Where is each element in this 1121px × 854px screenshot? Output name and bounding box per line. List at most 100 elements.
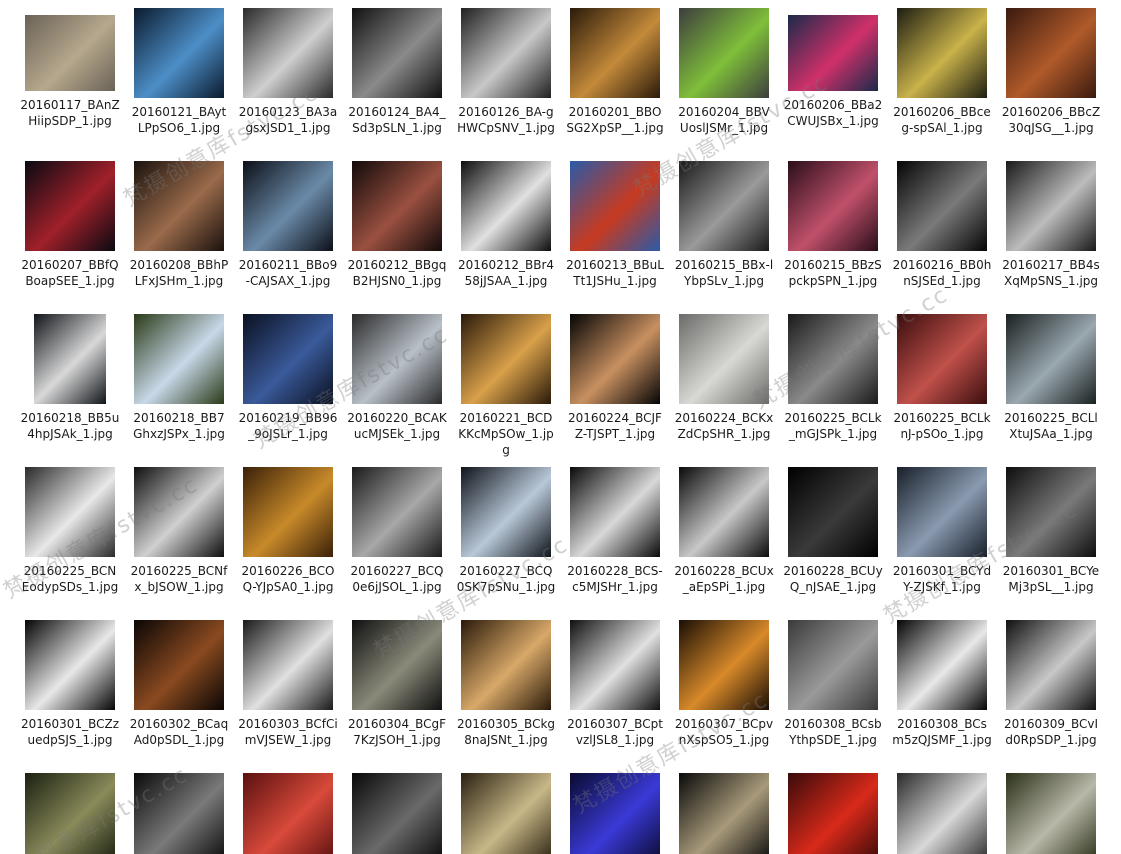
file-item[interactable]: 20160224_BCKxZdCpSHR_1.jpg	[672, 314, 776, 442]
file-thumbnail[interactable]	[134, 467, 224, 557]
file-thumbnail[interactable]	[25, 620, 115, 710]
file-thumbnail[interactable]	[788, 314, 878, 404]
file-thumbnail[interactable]	[243, 161, 333, 251]
file-thumbnail[interactable]	[25, 15, 115, 91]
file-item[interactable]: 20160216_BB0hnSJSEd_1.jpg	[890, 161, 994, 289]
file-thumbnail[interactable]	[461, 161, 551, 251]
file-item[interactable]: 20160215_BBzSpckpSPN_1.jpg	[781, 161, 885, 289]
file-thumbnail[interactable]	[352, 161, 442, 251]
file-item[interactable]: 20160303_BCfCimVJSEW_1.jpg	[236, 620, 340, 748]
file-item[interactable]: 20160221_BCDKKcMpSOw_1.jpg	[454, 314, 558, 458]
file-item[interactable]: 20160206_BBceg-spSAl_1.jpg	[890, 8, 994, 136]
file-thumbnail[interactable]	[352, 314, 442, 404]
file-thumbnail[interactable]	[461, 773, 551, 854]
file-item[interactable]: 20160208_BBhPLFxJSHm_1.jpg	[127, 161, 231, 289]
file-item[interactable]: 20160217_BB4sXqMpSNS_1.jpg	[999, 161, 1103, 289]
file-thumbnail[interactable]	[1006, 773, 1096, 854]
file-item[interactable]: 20160308_BCsbYthpSDE_1.jpg	[781, 620, 885, 748]
file-thumbnail[interactable]	[679, 8, 769, 98]
file-thumbnail[interactable]	[897, 467, 987, 557]
file-thumbnail[interactable]	[25, 773, 115, 854]
file-item[interactable]	[236, 773, 340, 854]
file-item[interactable]: 20160302_BCaqAd0pSDL_1.jpg	[127, 620, 231, 748]
file-item[interactable]: 20160225_BCNfx_bJSOW_1.jpg	[127, 467, 231, 595]
file-thumbnail[interactable]	[570, 8, 660, 98]
file-thumbnail[interactable]	[679, 161, 769, 251]
file-item[interactable]: 20160301_BCZzuedpSJS_1.jpg	[18, 620, 122, 748]
file-item[interactable]: 20160228_BCUyQ_nJSAE_1.jpg	[781, 467, 885, 595]
file-item[interactable]: 20160201_BBOSG2XpSP__1.jpg	[563, 8, 667, 136]
file-item[interactable]: 20160301_BCYeMj3pSL__1.jpg	[999, 467, 1103, 595]
file-thumbnail[interactable]	[352, 773, 442, 854]
file-thumbnail[interactable]	[897, 620, 987, 710]
file-item[interactable]	[454, 773, 558, 854]
file-thumbnail[interactable]	[788, 15, 878, 91]
file-item[interactable]: 20160219_BB96_9oJSLr_1.jpg	[236, 314, 340, 442]
file-item[interactable]: 20160124_BA4_Sd3pSLN_1.jpg	[345, 8, 449, 136]
file-item[interactable]: 20160211_BBo9-CAJSAX_1.jpg	[236, 161, 340, 289]
file-item[interactable]: 20160121_BAytLPpSO6_1.jpg	[127, 8, 231, 136]
file-thumbnail[interactable]	[352, 8, 442, 98]
file-thumbnail[interactable]	[1006, 8, 1096, 98]
file-thumbnail[interactable]	[570, 773, 660, 854]
file-item[interactable]: 20160308_BCsm5zQJSMF_1.jpg	[890, 620, 994, 748]
file-thumbnail[interactable]	[679, 773, 769, 854]
file-item[interactable]: 20160225_BCNEodypSDs_1.jpg	[18, 467, 122, 595]
file-thumbnail[interactable]	[788, 620, 878, 710]
file-item[interactable]: 20160227_BCQ0e6jJSOL_1.jpg	[345, 467, 449, 595]
file-item[interactable]	[18, 773, 122, 854]
file-thumbnail[interactable]	[243, 620, 333, 710]
file-item[interactable]	[781, 773, 885, 854]
file-thumbnail[interactable]	[134, 773, 224, 854]
file-thumbnail[interactable]	[570, 467, 660, 557]
file-thumbnail[interactable]	[1006, 314, 1096, 404]
file-item[interactable]	[563, 773, 667, 854]
file-item[interactable]: 20160213_BBuLTt1JSHu_1.jpg	[563, 161, 667, 289]
file-item[interactable]: 20160304_BCgF7KzJSOH_1.jpg	[345, 620, 449, 748]
file-item[interactable]: 20160226_BCOQ-YJpSA0_1.jpg	[236, 467, 340, 595]
file-thumbnail[interactable]	[25, 467, 115, 557]
file-item[interactable]: 20160204_BBVUoslJSMr_1.jpg	[672, 8, 776, 136]
file-item[interactable]: 20160215_BBx-lYbpSLv_1.jpg	[672, 161, 776, 289]
file-item[interactable]: 20160220_BCAKucMJSEk_1.jpg	[345, 314, 449, 442]
file-item[interactable]: 20160307_BCpvnXspSO5_1.jpg	[672, 620, 776, 748]
file-thumbnail[interactable]	[897, 314, 987, 404]
file-item[interactable]: 20160225_BCLk_mGJSPk_1.jpg	[781, 314, 885, 442]
file-thumbnail[interactable]	[25, 161, 115, 251]
file-thumbnail[interactable]	[352, 467, 442, 557]
file-item[interactable]: 20160307_BCptvzlJSL8_1.jpg	[563, 620, 667, 748]
file-item[interactable]: 20160218_BB7GhxzJSPx_1.jpg	[127, 314, 231, 442]
file-thumbnail[interactable]	[897, 8, 987, 98]
file-item[interactable]: 20160301_BCYdY-ZJSKf_1.jpg	[890, 467, 994, 595]
file-thumbnail[interactable]	[461, 467, 551, 557]
file-item[interactable]: 20160225_BCLlXtuJSAa_1.jpg	[999, 314, 1103, 442]
file-thumbnail[interactable]	[897, 773, 987, 854]
file-thumbnail[interactable]	[134, 161, 224, 251]
file-item[interactable]: 20160126_BA-gHWCpSNV_1.jpg	[454, 8, 558, 136]
file-item[interactable]	[127, 773, 231, 854]
file-thumbnail[interactable]	[134, 620, 224, 710]
file-item[interactable]	[345, 773, 449, 854]
file-thumbnail[interactable]	[679, 620, 769, 710]
file-item[interactable]: 20160206_BBcZ30qJSG__1.jpg	[999, 8, 1103, 136]
file-thumbnail[interactable]	[243, 467, 333, 557]
file-thumbnail[interactable]	[570, 161, 660, 251]
file-thumbnail[interactable]	[243, 8, 333, 98]
file-thumbnail[interactable]	[34, 314, 106, 404]
file-item[interactable]	[672, 773, 776, 854]
file-thumbnail[interactable]	[461, 8, 551, 98]
file-thumbnail[interactable]	[679, 314, 769, 404]
file-item[interactable]: 20160218_BB5u4hpJSAk_1.jpg	[18, 314, 122, 442]
file-thumbnail[interactable]	[134, 314, 224, 404]
file-thumbnail[interactable]	[1006, 620, 1096, 710]
file-item[interactable]: 20160212_BBgqB2HJSN0_1.jpg	[345, 161, 449, 289]
file-item[interactable]	[999, 773, 1103, 854]
file-item[interactable]: 20160117_BAnZHiipSDP_1.jpg	[18, 8, 122, 129]
file-item[interactable]: 20160225_BCLknJ-pSOo_1.jpg	[890, 314, 994, 442]
file-item[interactable]: 20160224_BCJFZ-TJSPT_1.jpg	[563, 314, 667, 442]
file-item[interactable]: 20160207_BBfQBoapSEE_1.jpg	[18, 161, 122, 289]
file-thumbnail[interactable]	[461, 620, 551, 710]
file-thumbnail[interactable]	[897, 161, 987, 251]
file-thumbnail[interactable]	[352, 620, 442, 710]
file-item[interactable]: 20160206_BBa2CWUJSBx_1.jpg	[781, 8, 885, 129]
